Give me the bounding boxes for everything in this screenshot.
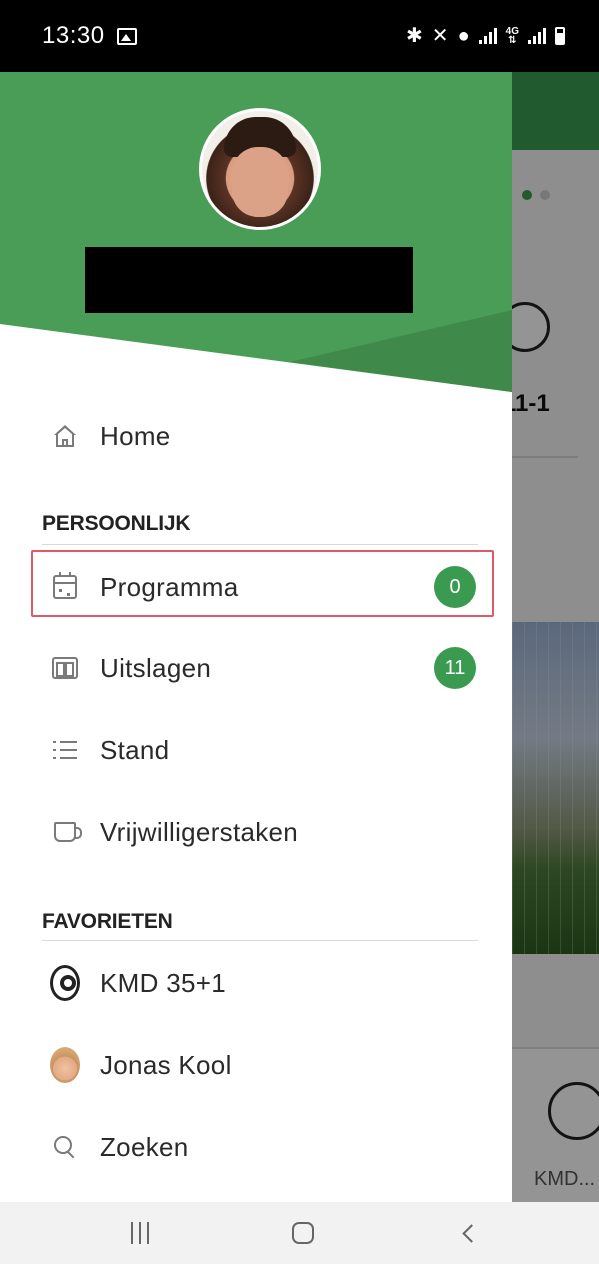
user-name-redacted: [85, 247, 413, 313]
club-crest-icon: [50, 965, 80, 1001]
4g-icon: 4G ⇅: [505, 26, 519, 46]
navigation-drawer: Home PERSOONLIJK Programma 0 Uitslagen 1…: [0, 72, 512, 1202]
home-button[interactable]: [291, 1218, 315, 1248]
avatar: [50, 1047, 80, 1083]
favorite-label: Jonas Kool: [100, 1049, 232, 1080]
menu-item-vrijwilligerstaken[interactable]: Vrijwilligerstaken: [38, 806, 478, 858]
favorite-label: KMD 35+1: [100, 967, 226, 998]
count-badge: 0: [434, 566, 476, 608]
status-bar: 13:30 ✱ ✕ ● 4G ⇅: [0, 0, 599, 72]
list-icon: [50, 735, 80, 765]
section-heading-personal: PERSOONLIJK: [42, 512, 191, 535]
status-left: 13:30: [42, 22, 137, 50]
calendar-icon: [50, 572, 80, 602]
bluetooth-icon: ✱: [406, 25, 423, 47]
home-icon: [50, 421, 80, 451]
count-badge: 11: [434, 647, 476, 689]
menu-item-uitslagen[interactable]: Uitslagen 11: [38, 642, 478, 694]
section-divider: [42, 544, 478, 545]
recent-apps-button[interactable]: [125, 1218, 155, 1248]
signal-icon: [478, 28, 497, 44]
menu-item-programma[interactable]: Programma 0: [38, 561, 478, 613]
search-icon: [50, 1132, 80, 1162]
menu-item-label: Programma: [100, 571, 239, 602]
drawer-header: [0, 72, 512, 402]
favorite-team-kmd[interactable]: KMD 35+1: [38, 957, 478, 1009]
menu-item-label: Stand: [100, 734, 170, 765]
menu-item-home[interactable]: Home: [38, 410, 478, 462]
menu-item-label: Uitslagen: [100, 652, 212, 683]
menu-item-label: Vrijwilligerstaken: [100, 816, 299, 847]
battery-icon: [555, 27, 565, 45]
gallery-icon: [116, 27, 137, 45]
system-nav-bar: [0, 1202, 599, 1264]
network-type: 4G: [505, 26, 519, 37]
section-divider: [42, 940, 478, 941]
status-time: 13:30: [42, 22, 105, 49]
user-avatar[interactable]: [199, 108, 321, 230]
mute-icon: ✕: [431, 25, 449, 47]
menu-item-zoeken[interactable]: Zoeken: [38, 1121, 478, 1173]
cup-icon: [50, 817, 82, 847]
status-right: ✱ ✕ ● 4G ⇅: [406, 26, 565, 46]
menu-item-label: Zoeken: [100, 1131, 189, 1162]
scoreboard-icon: [50, 653, 80, 683]
section-heading-favorites: FAVORIETEN: [42, 910, 173, 933]
menu-item-stand[interactable]: Stand: [38, 724, 478, 776]
signal-icon-2: [528, 28, 546, 44]
location-icon: ●: [457, 25, 470, 47]
menu-item-label: Home: [100, 420, 171, 451]
favorite-person-jonas[interactable]: Jonas Kool: [38, 1039, 478, 1091]
back-button[interactable]: [458, 1218, 481, 1248]
